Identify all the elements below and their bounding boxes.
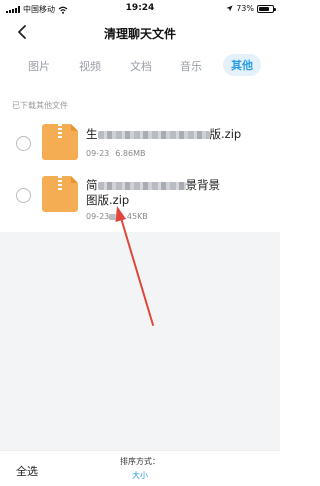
- file-name-line2: 图版.zip: [86, 193, 130, 207]
- file-name-end: 版.zip: [209, 127, 242, 141]
- file-name-start: 简: [86, 178, 98, 192]
- sort-option-button[interactable]: 大小: [0, 470, 280, 481]
- file-meta: 09-23 6.86MB: [86, 149, 145, 158]
- category-tabs: 图片 视频 文档 音乐 其他: [0, 52, 280, 80]
- file-item-1[interactable]: 生 版.zip 09-23 6.86MB: [0, 124, 280, 170]
- file-checkbox[interactable]: [16, 188, 31, 203]
- tab-documents[interactable]: 文档: [130, 58, 152, 74]
- tab-music[interactable]: 音乐: [180, 58, 202, 74]
- file-name-start: 生: [86, 127, 98, 141]
- header: 清理聊天文件: [0, 18, 280, 48]
- battery-icon: [257, 4, 276, 13]
- redacted-name: [97, 130, 210, 139]
- bottom-bar: 全选 排序方式： 大小: [0, 450, 280, 486]
- redacted-name: [97, 181, 186, 190]
- tab-images[interactable]: 图片: [28, 58, 50, 74]
- sort-label: 排序方式：: [120, 457, 160, 466]
- tab-other[interactable]: 其他: [223, 54, 261, 76]
- location-icon: [226, 5, 233, 12]
- zip-file-icon: [42, 176, 78, 212]
- file-list: 生 版.zip 09-23 6.86MB 简 景背景 图版.zip 09-23 1.45…: [0, 112, 280, 232]
- file-checkbox[interactable]: [16, 136, 31, 151]
- file-size: 6.86MB: [115, 149, 146, 158]
- file-meta: 09-23 1.45KB: [86, 212, 148, 221]
- status-right: 73%: [226, 4, 276, 13]
- zip-file-icon: [42, 124, 78, 160]
- page-title: 清理聊天文件: [103, 27, 176, 41]
- empty-area: [0, 232, 280, 450]
- file-size: 1.45KB: [119, 212, 148, 221]
- file-date: 09-23: [86, 149, 110, 158]
- file-name: 生 版.zip: [86, 127, 241, 142]
- status-bar: 中国移动 19:24 73%: [0, 0, 280, 18]
- file-name-end: 景背景: [185, 178, 221, 192]
- file-item-2[interactable]: 简 景背景 图版.zip 09-23 1.45KB: [0, 176, 280, 226]
- tab-videos[interactable]: 视频: [79, 58, 101, 74]
- file-name: 简 景背景: [86, 178, 220, 193]
- redacted-meta: [109, 213, 120, 220]
- file-date: 09-23: [86, 212, 110, 221]
- section-title: 已下载其他文件: [12, 101, 68, 110]
- battery-percent: 73%: [236, 4, 254, 13]
